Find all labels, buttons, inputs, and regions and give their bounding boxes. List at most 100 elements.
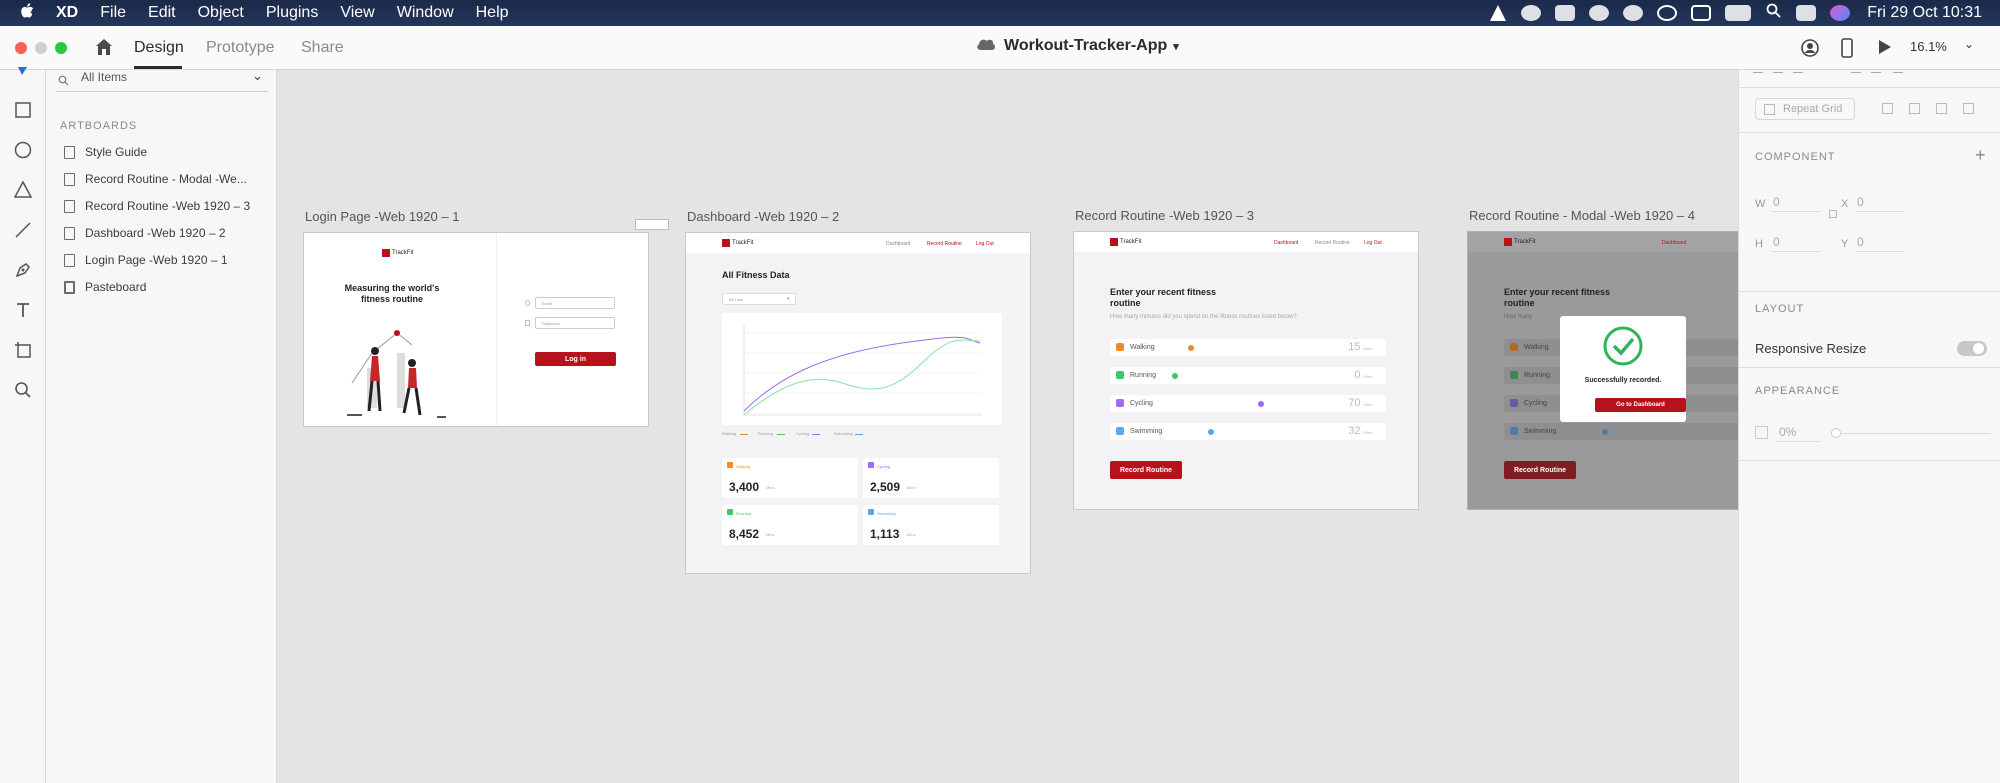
home-icon[interactable] xyxy=(94,38,114,61)
select-tool-icon[interactable] xyxy=(13,64,33,84)
layers-search[interactable]: All Items ⌄ xyxy=(56,68,268,92)
artboard-label-modal[interactable]: Record Routine - Modal -Web 1920 – 4 xyxy=(1469,208,1695,223)
keyboard-icon[interactable] xyxy=(1691,5,1712,21)
email-field[interactable]: Email xyxy=(535,297,615,309)
control-center-icon[interactable] xyxy=(1796,5,1817,21)
layer-item-dashboard[interactable]: Dashboard -Web 1920 – 2 xyxy=(64,223,226,243)
layer-item-style-guide[interactable]: Style Guide xyxy=(64,142,147,162)
opacity-field[interactable]: 0% xyxy=(1777,422,1821,442)
line-tool-icon[interactable] xyxy=(13,220,33,240)
speedometer-icon[interactable] xyxy=(1623,5,1644,21)
layer-item-login[interactable]: Login Page -Web 1920 – 1 xyxy=(64,250,228,270)
width-field[interactable]: 0 xyxy=(1771,192,1821,212)
align-icon[interactable] xyxy=(1753,68,1763,73)
video-icon[interactable] xyxy=(1555,5,1576,21)
nav-record-routine[interactable]: Record Routine xyxy=(927,241,962,247)
responsive-resize-toggle[interactable] xyxy=(1957,341,1987,356)
nav-dashboard[interactable]: Dashboard xyxy=(1662,240,1686,246)
rectangle-tool-icon[interactable] xyxy=(13,100,33,120)
pen-tool-icon[interactable] xyxy=(13,260,33,280)
align-icon[interactable] xyxy=(1773,68,1783,73)
artboard-dashboard[interactable]: TrackFit Dashboard Record Routine Log Ou… xyxy=(685,232,1031,574)
menu-plugins[interactable]: Plugins xyxy=(266,4,318,22)
menu-view[interactable]: View xyxy=(340,4,374,22)
design-canvas[interactable]: Login Page -Web 1920 – 1 TrackFit Measur… xyxy=(277,70,1738,783)
zoom-chevron-icon[interactable]: ⌄ xyxy=(1964,37,1974,51)
layer-item-record-routine[interactable]: Record Routine -Web 1920 – 3 xyxy=(64,196,250,216)
artboard-tool-icon[interactable] xyxy=(13,340,33,360)
slider-handle[interactable] xyxy=(1208,429,1214,435)
device-preview-icon[interactable] xyxy=(1840,38,1854,63)
add-component-icon[interactable]: + xyxy=(1975,145,1986,166)
share-user-icon[interactable] xyxy=(1800,38,1820,63)
chevron-down-icon[interactable]: ⌄ xyxy=(252,68,263,84)
routine-row-cycling[interactable]: Cycling 70 Mins xyxy=(1110,395,1386,412)
battery-icon[interactable] xyxy=(1725,5,1752,21)
search-icon[interactable] xyxy=(1766,3,1781,23)
menu-help[interactable]: Help xyxy=(476,4,509,22)
tab-share[interactable]: Share xyxy=(301,39,344,57)
menubar-clock[interactable]: Fri 29 Oct 10:31 xyxy=(1867,4,1982,22)
boolean-intersect-icon[interactable] xyxy=(1936,103,1947,114)
align-icon[interactable] xyxy=(1893,68,1903,73)
artboard-record-routine[interactable]: TrackFit Dashboard Record Routine Log Ou… xyxy=(1073,231,1419,510)
routine-row-running[interactable]: Running 0 Mins xyxy=(1110,367,1386,384)
zoom-level[interactable]: 16.1% xyxy=(1910,39,1947,54)
document-title[interactable]: Workout-Tracker-App ▾ xyxy=(976,37,1179,55)
align-tools-row[interactable] xyxy=(1753,68,1993,76)
login-button[interactable]: Log in xyxy=(535,352,616,366)
close-window-button[interactable] xyxy=(15,42,27,54)
checkmark-app-icon[interactable] xyxy=(1521,5,1542,21)
y-field[interactable]: 0 xyxy=(1855,232,1905,252)
zoom-tool-icon[interactable] xyxy=(13,380,33,400)
siri-icon[interactable] xyxy=(1830,5,1851,21)
time-filter-select[interactable]: All Time ▾ xyxy=(722,293,796,305)
text-tool-icon[interactable] xyxy=(13,300,33,320)
zoom-window-button[interactable] xyxy=(55,42,67,54)
menu-window[interactable]: Window xyxy=(397,4,454,22)
nav-log-out[interactable]: Log Out xyxy=(1364,240,1382,246)
password-field[interactable]: Password xyxy=(535,317,615,329)
nav-dashboard[interactable]: Dashboard xyxy=(1274,240,1298,246)
align-icon[interactable] xyxy=(1851,68,1861,73)
boolean-subtract-icon[interactable] xyxy=(1909,103,1920,114)
artboard-label-login[interactable]: Login Page -Web 1920 – 1 xyxy=(305,209,459,224)
lock-aspect-icon[interactable] xyxy=(1829,210,1837,218)
record-routine-button[interactable]: Record Routine xyxy=(1110,461,1182,479)
artboard-label-dashboard[interactable]: Dashboard -Web 1920 – 2 xyxy=(687,209,839,224)
play-preview-icon[interactable] xyxy=(1878,39,1892,60)
x-field[interactable]: 0 xyxy=(1855,192,1905,212)
menu-app-name[interactable]: XD xyxy=(56,4,78,22)
align-icon[interactable] xyxy=(1871,68,1881,73)
artboard-login[interactable]: TrackFit Measuring the world's fitness r… xyxy=(303,232,649,427)
menu-file[interactable]: File xyxy=(100,4,126,22)
boolean-exclude-icon[interactable] xyxy=(1963,103,1974,114)
floating-element[interactable] xyxy=(635,219,669,230)
minimize-window-button[interactable] xyxy=(35,42,47,54)
creative-cloud-icon[interactable] xyxy=(1589,5,1610,21)
repeat-grid-button[interactable]: Repeat Grid xyxy=(1755,98,1855,120)
height-field[interactable]: 0 xyxy=(1771,232,1821,252)
nav-dashboard[interactable]: Dashboard xyxy=(886,241,910,247)
nav-record-routine[interactable]: Record Routine xyxy=(1315,240,1350,246)
slider-handle[interactable] xyxy=(1172,373,1178,379)
tab-design[interactable]: Design xyxy=(134,39,184,57)
routine-row-walking[interactable]: Walking 15 Mins xyxy=(1110,339,1386,356)
opacity-slider-handle[interactable] xyxy=(1831,428,1841,438)
nav-log-out[interactable]: Log Out xyxy=(976,241,994,247)
slider-handle[interactable] xyxy=(1258,401,1264,407)
layer-item-pasteboard[interactable]: Pasteboard xyxy=(64,277,146,297)
apple-icon[interactable] xyxy=(20,2,34,24)
slider-handle[interactable] xyxy=(1188,345,1194,351)
align-icon[interactable] xyxy=(1793,68,1803,73)
layer-item-record-modal[interactable]: Record Routine - Modal -We... xyxy=(64,169,247,189)
go-to-dashboard-button[interactable]: Go to Dashboard xyxy=(1595,398,1686,412)
boolean-add-icon[interactable] xyxy=(1882,103,1893,114)
play-circle-icon[interactable] xyxy=(1657,5,1678,21)
menu-object[interactable]: Object xyxy=(198,4,244,22)
vlc-icon[interactable] xyxy=(1490,5,1507,21)
polygon-tool-icon[interactable] xyxy=(13,180,33,200)
opacity-slider-track[interactable] xyxy=(1831,433,1991,434)
artboard-label-record[interactable]: Record Routine -Web 1920 – 3 xyxy=(1075,208,1254,223)
routine-row-swimming[interactable]: Swimming 32 Mins xyxy=(1110,423,1386,440)
